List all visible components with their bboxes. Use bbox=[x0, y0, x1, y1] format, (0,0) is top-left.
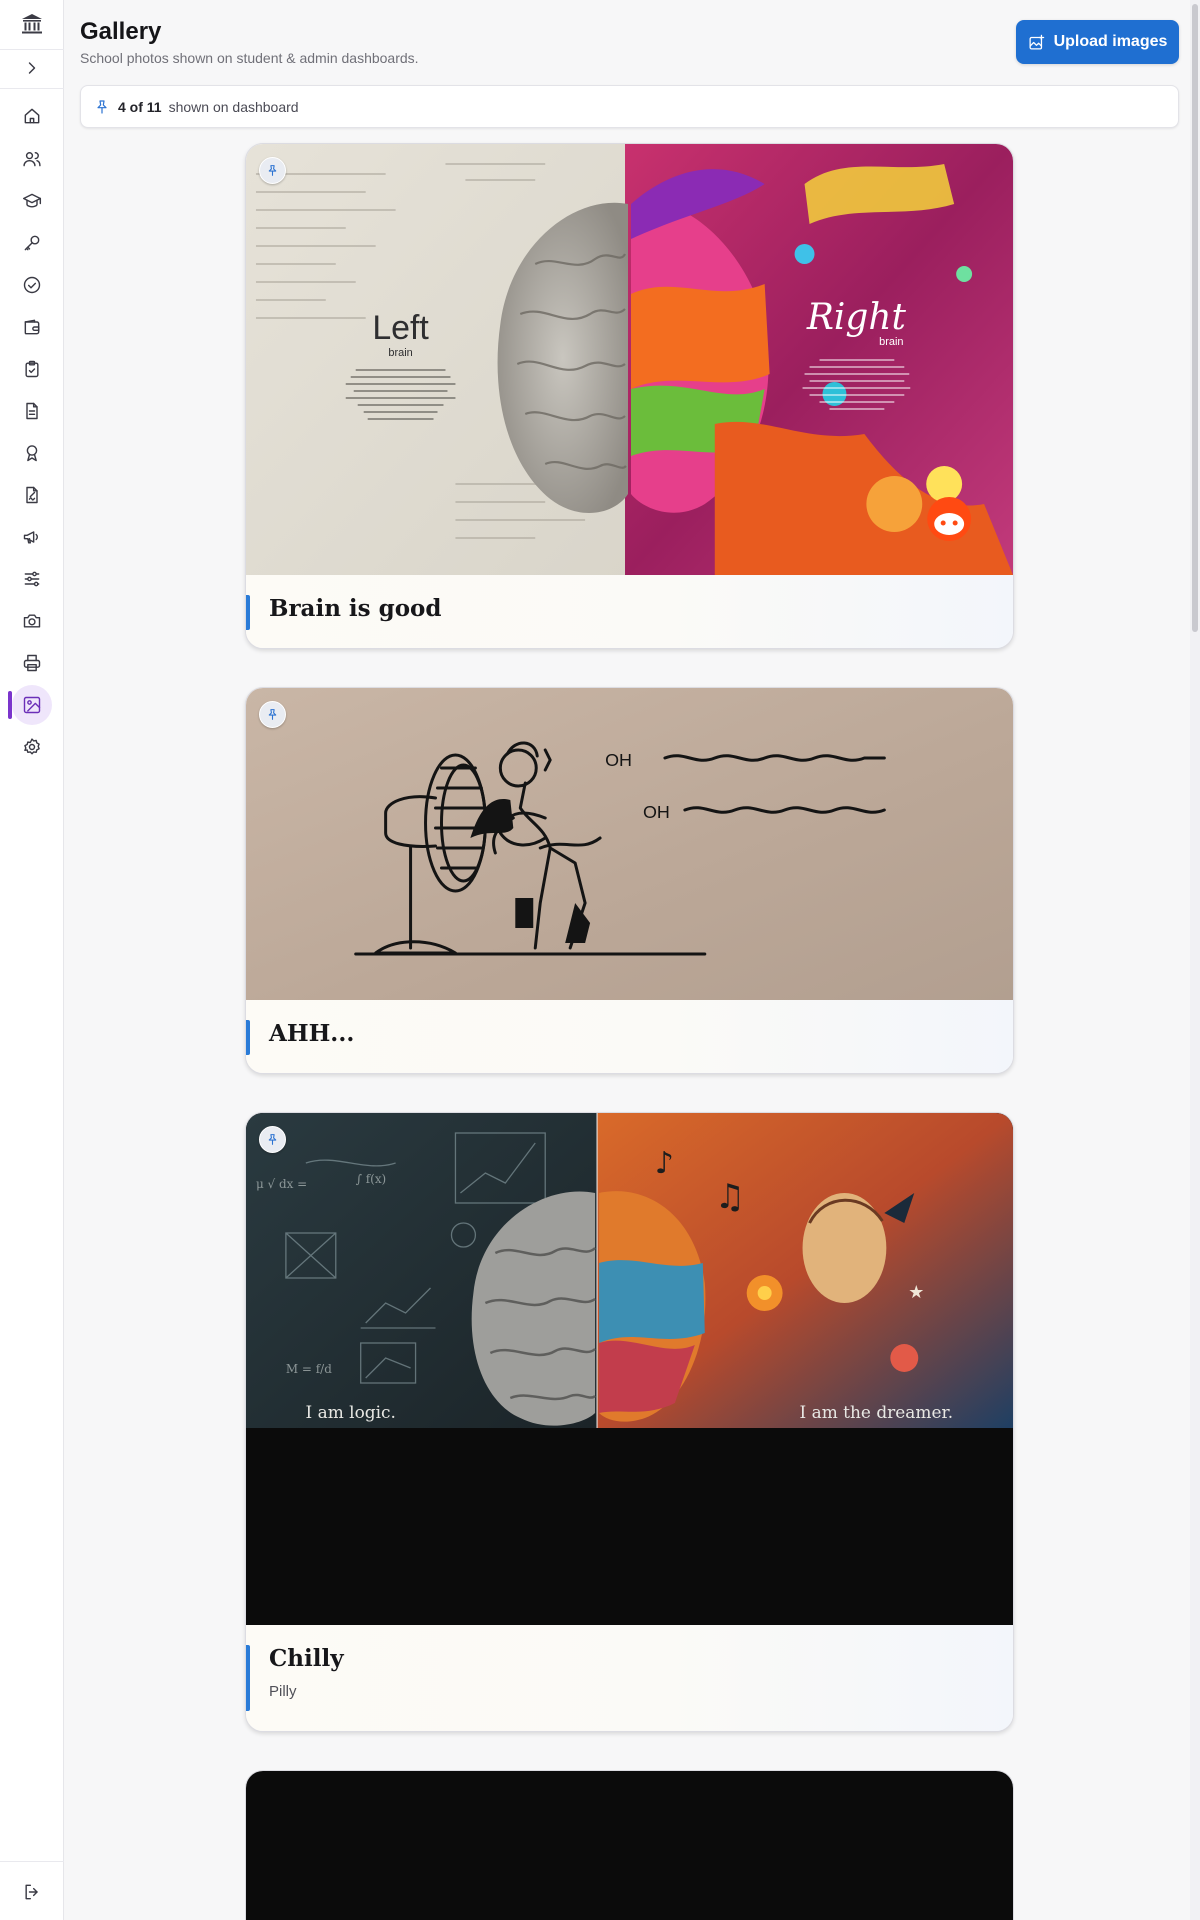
card-footer: Brain is good bbox=[246, 575, 1013, 648]
printer-icon bbox=[23, 654, 41, 672]
gallery-card[interactable]: OH OH AHH... bbox=[245, 687, 1014, 1074]
sidebar-item-users[interactable] bbox=[12, 139, 52, 179]
home-icon bbox=[24, 108, 40, 124]
award-icon bbox=[26, 445, 38, 462]
pin-icon bbox=[268, 1134, 277, 1145]
pinned-toggle[interactable] bbox=[259, 1126, 286, 1153]
card-footer: AHH... bbox=[246, 1000, 1013, 1073]
pinned-toggle[interactable] bbox=[259, 701, 286, 728]
logout-button[interactable] bbox=[12, 1872, 52, 1912]
gallery-card[interactable] bbox=[245, 1770, 1014, 1920]
svg-text:♪: ♪ bbox=[655, 1146, 674, 1181]
scrollbar[interactable] bbox=[1190, 0, 1200, 1920]
sidebar-item-access[interactable] bbox=[12, 223, 52, 263]
wallet-icon bbox=[24, 319, 40, 335]
sidebar-item-fees[interactable] bbox=[12, 307, 52, 347]
expand-sidebar-button[interactable] bbox=[12, 48, 52, 88]
camera-icon bbox=[23, 614, 41, 628]
pinned-count: 4 of 11 bbox=[118, 98, 162, 115]
sidebar-divider bbox=[0, 88, 64, 89]
school-logo-icon[interactable] bbox=[17, 9, 47, 39]
pinned-text: shown on dashboard bbox=[168, 98, 299, 115]
gallery-card[interactable]: Left brain Right brain Brain is good bbox=[245, 143, 1014, 649]
left-sub: brain bbox=[388, 347, 412, 359]
sidebar-item-announcements[interactable] bbox=[12, 517, 52, 557]
gallery-image[interactable]: OH OH bbox=[246, 688, 1013, 1000]
gallery-image[interactable] bbox=[246, 1771, 1013, 1920]
svg-text:♫: ♫ bbox=[715, 1177, 745, 1217]
upload-images-button[interactable]: Upload images bbox=[1016, 20, 1179, 64]
sidebar-item-gallery[interactable] bbox=[12, 685, 52, 725]
logout-icon bbox=[25, 1884, 38, 1900]
settings-icon bbox=[24, 738, 40, 755]
sidebar-item-academics[interactable] bbox=[12, 181, 52, 221]
left-word: Left bbox=[372, 309, 429, 347]
upload-images-label: Upload images bbox=[1053, 33, 1168, 50]
sidebar bbox=[0, 0, 64, 1920]
megaphone-icon bbox=[23, 531, 38, 544]
image-upload-icon bbox=[1029, 34, 1044, 50]
sidebar-item-certificates[interactable] bbox=[12, 433, 52, 473]
fan-cartoon-image: OH OH bbox=[246, 688, 1013, 1000]
card-title: AHH... bbox=[269, 1020, 355, 1047]
sidebar-item-attendance[interactable] bbox=[12, 265, 52, 305]
sidebar-item-home[interactable] bbox=[12, 96, 52, 136]
card-title: Brain is good bbox=[269, 595, 442, 622]
pinned-toggle[interactable] bbox=[259, 157, 286, 184]
pin-icon bbox=[268, 165, 277, 176]
page-title: Gallery bbox=[80, 18, 162, 45]
right-word: Right bbox=[806, 297, 907, 338]
gallery-image[interactable]: Left brain Right brain bbox=[246, 144, 1013, 575]
sliders-icon bbox=[24, 571, 40, 587]
sidebar-divider bbox=[0, 1861, 64, 1862]
card-accent bbox=[246, 595, 250, 630]
key-icon bbox=[24, 235, 40, 251]
dreamer-caption: I am the dreamer. bbox=[800, 1403, 954, 1423]
card-accent bbox=[246, 1645, 250, 1711]
sidebar-item-settings[interactable] bbox=[12, 727, 52, 767]
sidebar-item-preferences[interactable] bbox=[12, 559, 52, 599]
gallery-card[interactable]: μ √ dx = ∫ f(x) M = f/d ♫ ♪ ★ I am logic… bbox=[245, 1112, 1014, 1732]
scrollbar-thumb[interactable] bbox=[1192, 4, 1198, 632]
shout-1: OH bbox=[605, 750, 632, 770]
svg-text:★: ★ bbox=[908, 1282, 924, 1303]
check-circle-icon bbox=[23, 276, 41, 294]
card-accent bbox=[246, 1020, 250, 1055]
pin-icon bbox=[97, 99, 107, 114]
sidebar-item-documents[interactable] bbox=[12, 391, 52, 431]
pinned-summary: 4 of 11 shown on dashboard bbox=[80, 85, 1179, 128]
document-icon bbox=[26, 402, 38, 420]
shout-2: OH bbox=[643, 802, 670, 822]
sidebar-item-camera[interactable] bbox=[12, 601, 52, 641]
logic-caption: I am logic. bbox=[306, 1403, 396, 1423]
sidebar-item-assignments[interactable] bbox=[12, 349, 52, 389]
page-subtitle: School photos shown on student & admin d… bbox=[80, 50, 419, 66]
brain-left-right-image: Left brain Right brain bbox=[246, 144, 1013, 575]
gallery-icon bbox=[23, 696, 41, 714]
right-sub: brain bbox=[879, 336, 903, 348]
logic-dreamer-image: μ √ dx = ∫ f(x) M = f/d ♫ ♪ ★ I am logic… bbox=[246, 1113, 1013, 1625]
chevron-right-icon bbox=[28, 62, 36, 74]
card-footer: Chilly Pilly bbox=[246, 1625, 1013, 1731]
sidebar-item-forms[interactable] bbox=[12, 475, 52, 515]
svg-text:∫ f(x): ∫ f(x) bbox=[356, 1172, 387, 1186]
gallery-image[interactable]: μ √ dx = ∫ f(x) M = f/d ♫ ♪ ★ I am logic… bbox=[246, 1113, 1013, 1625]
clipboard-check-icon bbox=[25, 360, 39, 378]
file-signature-icon bbox=[26, 486, 38, 504]
sidebar-item-print[interactable] bbox=[12, 643, 52, 683]
svg-text:μ √ dx =: μ √ dx = bbox=[256, 1177, 307, 1191]
card-title: Chilly bbox=[269, 1645, 344, 1672]
card-description: Pilly bbox=[269, 1683, 297, 1700]
svg-text:M = f/d: M = f/d bbox=[286, 1362, 332, 1376]
users-icon bbox=[23, 152, 41, 167]
graduation-cap-icon bbox=[22, 193, 42, 208]
pin-icon bbox=[268, 709, 277, 720]
